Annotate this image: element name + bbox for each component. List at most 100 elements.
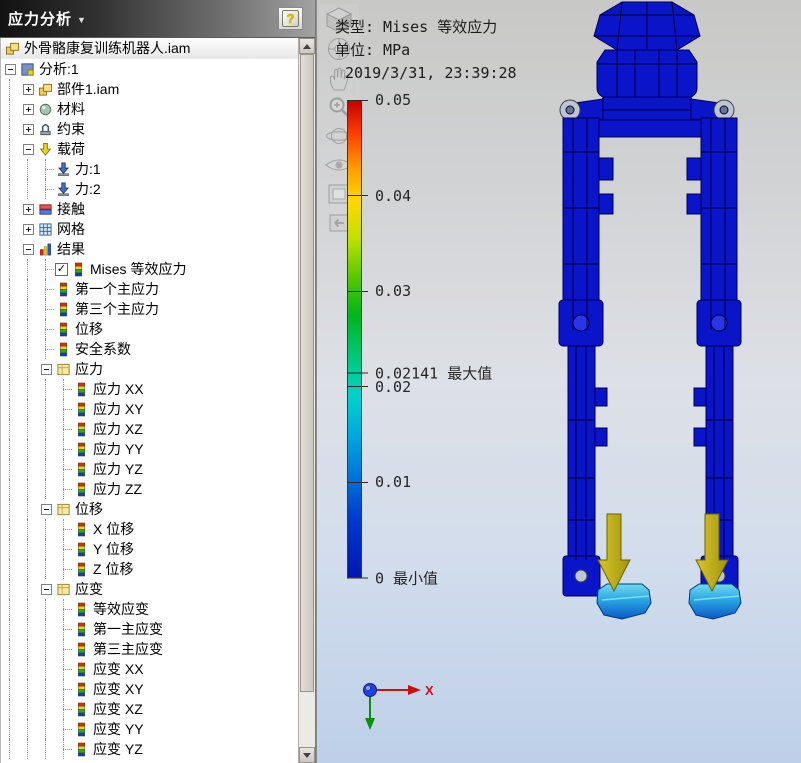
tree-item-22[interactable]: 位移 <box>1 499 298 519</box>
tree-item-1[interactable]: 部件1.iam <box>1 79 298 99</box>
panel-title-dropdown[interactable]: 应力分析 ▼ <box>8 8 86 29</box>
tree-item-4[interactable]: 载荷 <box>1 139 298 159</box>
tree-item-13[interactable]: 位移 <box>1 319 298 339</box>
result-visibility-checkbox[interactable]: ✓ <box>55 262 68 276</box>
tree-guide-line <box>19 159 37 179</box>
collapse-toggle-icon[interactable] <box>37 579 55 599</box>
scrollbar-track[interactable] <box>299 692 315 747</box>
tree-item-6[interactable]: 力:2 <box>1 179 298 199</box>
tree-item-18[interactable]: 应力 XZ <box>1 419 298 439</box>
tree-item-32[interactable]: 应变 XZ <box>1 699 298 719</box>
legend-tick: 0.02 <box>347 378 411 396</box>
tree-item-label: Y 位移 <box>93 541 134 557</box>
tree-guide-line <box>1 419 19 439</box>
expand-toggle-icon[interactable] <box>19 199 37 219</box>
tree-item-33[interactable]: 应变 YY <box>1 719 298 739</box>
tree-item-10[interactable]: ✓ Mises 等效应力 <box>1 259 298 279</box>
browser-root-node[interactable]: 外骨骼康复训练机器人.iam <box>1 38 298 59</box>
expand-toggle-icon[interactable] <box>19 99 37 119</box>
expand-toggle-icon[interactable] <box>19 119 37 139</box>
result-icon <box>73 641 90 657</box>
legend-tickmark <box>347 290 368 292</box>
tree-item-34[interactable]: 应变 YZ <box>1 739 298 759</box>
tree-item-20[interactable]: 应力 YZ <box>1 459 298 479</box>
tree-item-16[interactable]: 应力 XX <box>1 379 298 399</box>
tree-item-27[interactable]: 等效应变 <box>1 599 298 619</box>
tree-item-31[interactable]: 应变 XY <box>1 679 298 699</box>
tree-item-8[interactable]: 网格 <box>1 219 298 239</box>
tree-item-9[interactable]: 结果 <box>1 239 298 259</box>
collapse-toggle-icon[interactable] <box>19 239 37 259</box>
tree-guide-line <box>1 579 19 599</box>
tree-guide-line <box>37 539 55 559</box>
tree-guide-tee <box>55 419 73 439</box>
collapse-toggle-icon[interactable] <box>37 499 55 519</box>
tree-guide-line <box>19 619 37 639</box>
tree-item-29[interactable]: 第三主应变 <box>1 639 298 659</box>
force-icon <box>55 161 72 177</box>
collapse-toggle-icon[interactable] <box>1 59 19 79</box>
tree-item-26[interactable]: 应变 <box>1 579 298 599</box>
tree-item-label: 载荷 <box>57 141 85 157</box>
tree-guide-tee <box>55 399 73 419</box>
collapse-toggle-icon[interactable] <box>37 359 55 379</box>
tree-item-12[interactable]: 第三个主应力 <box>1 299 298 319</box>
tree-guide-line <box>1 699 19 719</box>
origin-sphere <box>363 683 377 697</box>
tree-item-17[interactable]: 应力 XY <box>1 399 298 419</box>
tree-item-19[interactable]: 应力 YY <box>1 439 298 459</box>
result-icon <box>73 521 90 537</box>
tree-guide-line <box>1 379 19 399</box>
tree-guide-line <box>1 719 19 739</box>
legend-tick: 0.04 <box>347 187 411 205</box>
tree-item-3[interactable]: 约束 <box>1 119 298 139</box>
legend-tickmark <box>347 99 368 101</box>
tree-item-0[interactable]: 分析:1 <box>1 59 298 79</box>
expand-toggle-icon[interactable] <box>19 219 37 239</box>
tree-item-label: 应力 <box>75 361 103 377</box>
tree-item-2[interactable]: 材料 <box>1 99 298 119</box>
result-icon <box>73 461 90 477</box>
tree-item-21[interactable]: 应力 ZZ <box>1 479 298 499</box>
result-icon <box>73 661 90 677</box>
tree-item-24[interactable]: Y 位移 <box>1 539 298 559</box>
graphics-viewport[interactable]: 类型: Mises 等效应力 单位: MPa 2019/3/31, 23:39:… <box>316 0 801 763</box>
tree-guide-line <box>1 539 19 559</box>
scroll-up-button[interactable] <box>299 38 315 54</box>
result-icon <box>73 541 90 557</box>
tree-item-5[interactable]: 力:1 <box>1 159 298 179</box>
tree-item-label: 等效应变 <box>93 601 149 617</box>
scroll-down-button[interactable] <box>299 747 315 763</box>
result-icon <box>73 561 90 577</box>
x-axis-arrow <box>408 685 421 695</box>
result-icon <box>73 421 90 437</box>
tree-guide-line <box>19 319 37 339</box>
tree-item-7[interactable]: 接触 <box>1 199 298 219</box>
scrollbar-thumb[interactable] <box>300 54 314 692</box>
help-button[interactable]: ? <box>278 7 303 30</box>
tree-guide-line <box>19 659 37 679</box>
tree-item-30[interactable]: 应变 XX <box>1 659 298 679</box>
tree-item-label: 安全系数 <box>75 341 131 357</box>
result-icon <box>73 381 90 397</box>
tree-item-23[interactable]: X 位移 <box>1 519 298 539</box>
browser-scrollbar[interactable] <box>298 38 315 763</box>
tree-guide-line <box>1 639 19 659</box>
tree-item-label: 应力 XY <box>93 401 144 417</box>
tree-item-11[interactable]: 第一个主应力 <box>1 279 298 299</box>
tree-item-14[interactable]: 安全系数 <box>1 339 298 359</box>
result-icon <box>73 701 90 717</box>
tree-guide-line <box>19 499 37 519</box>
tree-guide-tee <box>55 559 73 579</box>
collapse-toggle-icon[interactable] <box>19 139 37 159</box>
folder-icon <box>55 501 72 517</box>
tree-item-25[interactable]: Z 位移 <box>1 559 298 579</box>
expand-toggle-icon[interactable] <box>19 79 37 99</box>
browser-tree: 分析:1 部件1.iam 材料 约束载荷力:1 力:2 接触 网格 结果 ✓ Mises 等效应力… <box>1 59 298 759</box>
tree-guide-tee <box>55 599 73 619</box>
tree-item-label: 应力 XZ <box>93 421 143 437</box>
tree-guide-tee <box>55 619 73 639</box>
legend-tick-label: 0 最小值 <box>375 569 439 588</box>
tree-item-15[interactable]: 应力 <box>1 359 298 379</box>
tree-item-28[interactable]: 第一主应变 <box>1 619 298 639</box>
